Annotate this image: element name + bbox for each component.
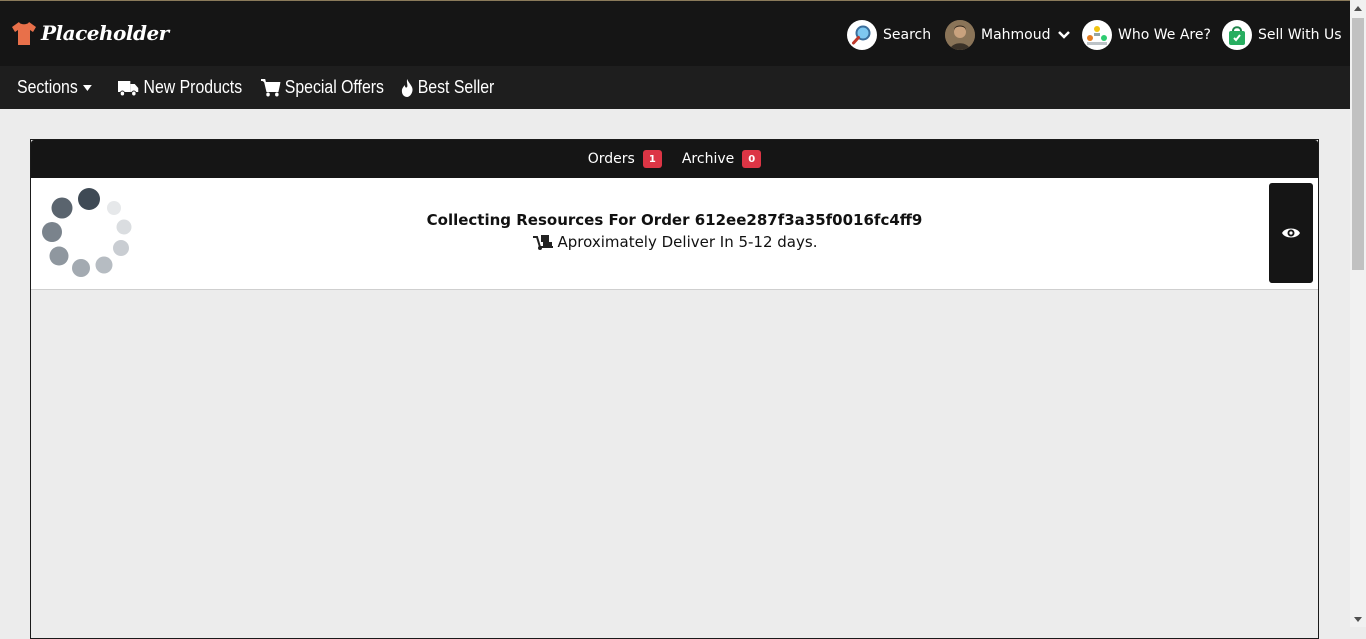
orders-tabs: Orders 1 Archive 0	[31, 140, 1318, 178]
nav-sections[interactable]: Sections	[17, 66, 97, 109]
fire-icon	[401, 78, 413, 97]
nav-bar: Sections New Products Special Offers Bes…	[0, 66, 1350, 109]
orders-count-badge: 1	[642, 150, 662, 168]
nav-special-offers[interactable]: Special Offers	[261, 66, 384, 109]
caret-down-icon	[83, 84, 92, 91]
scroll-up-arrow-icon[interactable]	[1350, 0, 1366, 16]
avatar	[945, 20, 975, 50]
orders-panel: Orders 1 Archive 0 Collecting Resources …	[30, 139, 1319, 639]
logo-text: Placeholder	[41, 21, 169, 45]
user-menu[interactable]: Mahmoud	[945, 19, 1071, 51]
eye-icon	[1282, 228, 1300, 238]
dolly-icon	[532, 235, 553, 250]
tab-archive-label: Archive	[681, 151, 735, 167]
nav-best-seller[interactable]: Best Seller	[401, 66, 494, 109]
chevron-down-icon	[1057, 31, 1070, 39]
page-scrollbar[interactable]	[1350, 0, 1366, 627]
tab-archive[interactable]: Archive 0	[681, 150, 762, 168]
archive-count-badge: 0	[742, 150, 762, 168]
top-bar: Placeholder Search Mahmoud Who We Are? S…	[0, 0, 1350, 66]
order-delivery: Aproximately Deliver In 5-12 days.	[31, 233, 1318, 251]
search-label: Search	[883, 27, 932, 43]
who-we-are-label: Who We Are?	[1118, 27, 1211, 43]
scroll-down-arrow-icon[interactable]	[1350, 611, 1366, 627]
tab-orders-label: Orders	[587, 151, 635, 167]
nav-sections-label: Sections	[17, 77, 78, 97]
user-label: Mahmoud	[981, 27, 1051, 43]
shopping-bag-icon	[1222, 20, 1252, 50]
sell-with-us-label: Sell With Us	[1258, 27, 1342, 43]
scrollbar-thumb[interactable]	[1352, 18, 1364, 270]
nav-special-offers-label: Special Offers	[284, 77, 384, 97]
sell-with-us-link[interactable]: Sell With Us	[1222, 19, 1342, 51]
nav-new-products-label: New Products	[143, 77, 243, 97]
order-row: Collecting Resources For Order 612ee287f…	[31, 178, 1318, 290]
team-icon	[1082, 20, 1112, 50]
order-info: Collecting Resources For Order 612ee287f…	[31, 211, 1318, 251]
search-link[interactable]: Search	[847, 19, 931, 51]
view-order-button[interactable]	[1269, 183, 1313, 283]
order-delivery-text: Aproximately Deliver In 5-12 days.	[557, 233, 818, 251]
who-we-are-link[interactable]: Who We Are?	[1082, 19, 1211, 51]
logo[interactable]: Placeholder	[10, 19, 169, 47]
order-title: Collecting Resources For Order 612ee287f…	[426, 211, 923, 229]
nav-new-products[interactable]: New Products	[118, 66, 242, 109]
nav-best-seller-label: Best Seller	[417, 77, 495, 97]
magnifier-icon	[847, 20, 877, 50]
cart-icon	[261, 78, 281, 96]
shirt-icon	[12, 22, 36, 45]
truck-icon	[118, 80, 139, 96]
tab-orders[interactable]: Orders 1	[588, 150, 662, 168]
